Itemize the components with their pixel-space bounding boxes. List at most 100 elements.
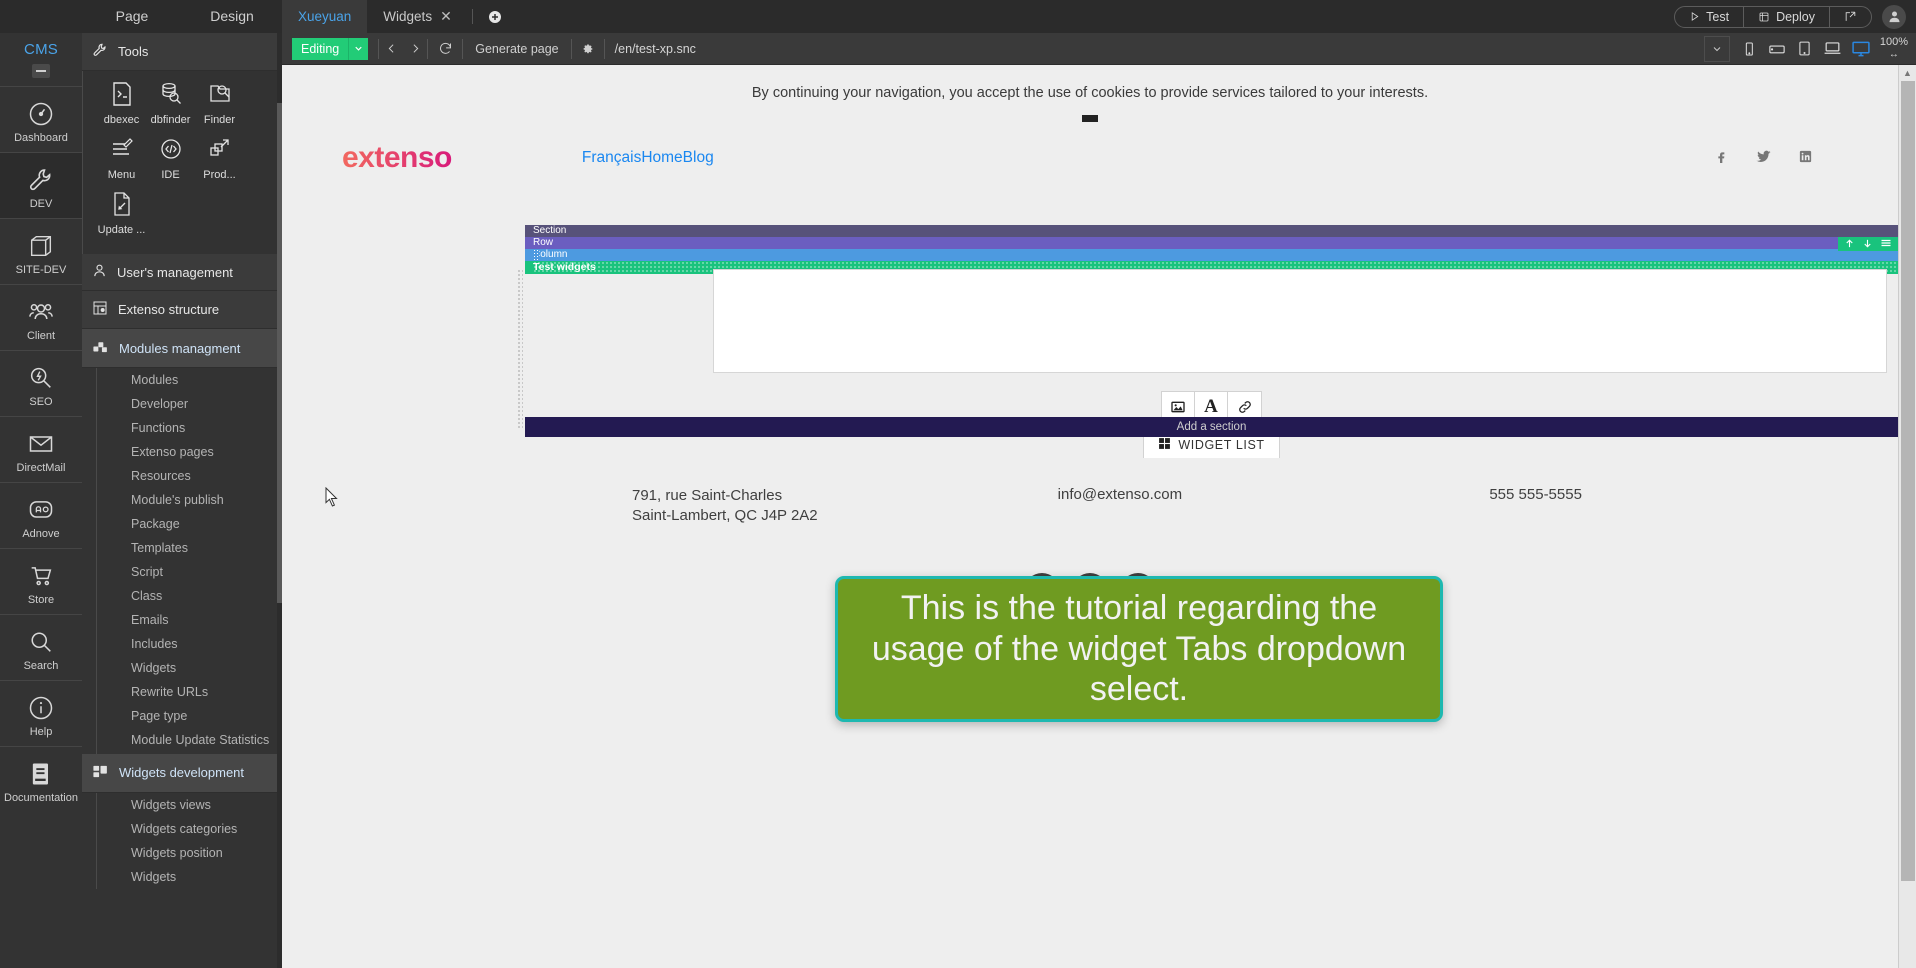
refresh-button[interactable] — [428, 38, 462, 60]
twitter-icon[interactable] — [1755, 148, 1772, 168]
generate-page-button[interactable]: Generate page — [463, 38, 570, 60]
rail-item-directmail[interactable]: DirectMail — [0, 416, 82, 482]
rail-item-site-dev[interactable]: SITE-DEV — [0, 218, 82, 284]
site-logo[interactable]: extenso — [342, 141, 452, 175]
submenu-item-widgets[interactable]: Widgets — [97, 865, 282, 889]
tab-xueyuan[interactable]: Xueyuan — [282, 0, 368, 33]
tool-prod[interactable]: Prod... — [195, 136, 244, 181]
empty-widget-area[interactable] — [713, 269, 1887, 373]
rail-item-dashboard[interactable]: Dashboard — [0, 86, 82, 152]
facebook-icon[interactable] — [1713, 149, 1729, 168]
device-tablet-button[interactable] — [1792, 36, 1818, 62]
tab-label: Widgets — [383, 9, 433, 24]
submenu-item-class[interactable]: Class — [97, 584, 282, 608]
submenu-item-functions[interactable]: Functions — [97, 416, 282, 440]
page-settings-button[interactable] — [572, 38, 604, 60]
submenu-item-emails[interactable]: Emails — [97, 608, 282, 632]
panel-scrollbar-thumb[interactable] — [277, 103, 282, 603]
column-bar[interactable]: Column — [525, 249, 1898, 263]
deploy-box-icon — [1759, 12, 1769, 21]
device-phone-landscape-button[interactable] — [1764, 36, 1790, 62]
rail-logo-area — [0, 0, 82, 33]
deploy-button[interactable]: Deploy — [1744, 6, 1830, 27]
url-dropdown-button[interactable] — [1703, 35, 1730, 62]
cart-icon — [0, 558, 82, 592]
action-pill: Test Deploy — [1674, 5, 1872, 28]
add-section-bar[interactable]: Add a section — [525, 417, 1898, 437]
panel-tabs: Page Design — [82, 0, 282, 33]
canvas-scrollbar[interactable]: ▲ — [1898, 65, 1916, 968]
url-input[interactable]: /en/test-xp.snc — [605, 42, 1704, 56]
avatar[interactable] — [1882, 4, 1906, 29]
new-tab-button[interactable] — [477, 0, 513, 33]
scroll-up-arrow-icon[interactable]: ▲ — [1899, 65, 1916, 81]
rail-item-store[interactable]: Store — [0, 548, 82, 614]
rail-item-help[interactable]: Help — [0, 680, 82, 746]
arrow-up-icon[interactable] — [1844, 237, 1855, 252]
row-bar[interactable]: Row — [525, 237, 1898, 249]
site-nav-links[interactable]: FrançaisHomeBlog — [582, 149, 714, 167]
rail-item-search[interactable]: Search — [0, 614, 82, 680]
rail-item-documentation[interactable]: Documentation — [0, 746, 82, 812]
section-bar[interactable]: Section — [525, 225, 1898, 237]
widget-list-label: WIDGET LIST — [1178, 438, 1265, 452]
tool-menu[interactable]: Menu — [97, 136, 146, 181]
editing-mode-label[interactable]: Editing — [292, 37, 349, 60]
close-icon[interactable]: ✕ — [440, 8, 452, 25]
panel-tab-page[interactable]: Page — [82, 0, 182, 33]
footer-email[interactable]: info@extenso.com — [1058, 486, 1430, 527]
magnifier-icon — [0, 624, 82, 658]
chevron-down-icon[interactable] — [348, 37, 369, 60]
back-button[interactable] — [379, 38, 403, 60]
submenu-item-resources[interactable]: Resources — [97, 464, 282, 488]
rail-item-client[interactable]: Client — [0, 284, 82, 350]
user-avatar-icon — [1889, 11, 1899, 23]
submenu-item-extenso-pages[interactable]: Extenso pages — [97, 440, 282, 464]
submenu-item-developer[interactable]: Developer — [97, 392, 282, 416]
tool-dbexec[interactable]: dbexec — [97, 81, 146, 126]
rail-collapse-button[interactable] — [32, 64, 50, 78]
submenu-item-page-type[interactable]: Page type — [97, 704, 282, 728]
submenu-item-widgets-categories[interactable]: Widgets categories — [97, 817, 282, 841]
submenu-item-modules-publish[interactable]: Module's publish — [97, 488, 282, 512]
test-button[interactable]: Test — [1675, 6, 1745, 27]
tool-update[interactable]: Update ... — [97, 191, 146, 236]
rail-item-seo[interactable]: SEO — [0, 350, 82, 416]
device-desktop-button[interactable] — [1848, 36, 1874, 62]
open-external-button[interactable] — [1830, 7, 1871, 27]
drag-handle[interactable] — [1082, 115, 1098, 122]
submenu-item-widgets-views[interactable]: Widgets views — [97, 793, 282, 817]
editor-toolbar: Editing Generate page /en/test-xp.snc 10… — [282, 33, 1916, 65]
section-bar-label: Section — [533, 225, 567, 236]
tab-widgets[interactable]: Widgets ✕ — [367, 0, 468, 33]
hamburger-icon[interactable] — [1880, 237, 1892, 252]
panel-group-extenso-structure[interactable]: Extenso structure — [82, 291, 282, 329]
panel-group-tools[interactable]: Tools — [82, 33, 282, 71]
forward-button[interactable] — [403, 38, 427, 60]
panel-scrollbar[interactable] — [277, 33, 282, 968]
submenu-item-package[interactable]: Package — [97, 512, 282, 536]
canvas-scrollbar-thumb[interactable] — [1901, 81, 1915, 881]
submenu-item-modules[interactable]: Modules — [97, 368, 282, 392]
submenu-item-rewrite-urls[interactable]: Rewrite URLs — [97, 680, 282, 704]
panel-group-users-management[interactable]: User's management — [82, 254, 282, 291]
panel-tab-design[interactable]: Design — [182, 0, 282, 33]
tool-ide[interactable]: IDE — [146, 136, 195, 181]
rail-item-adnove[interactable]: Adnove — [0, 482, 82, 548]
linkedin-icon[interactable] — [1798, 149, 1813, 167]
arrow-down-icon[interactable] — [1862, 237, 1873, 252]
zoom-level[interactable]: 100% ↔ — [1880, 36, 1916, 60]
submenu-item-module-update-statistics[interactable]: Module Update Statistics — [97, 728, 282, 754]
tool-dbfinder[interactable]: dbfinder — [146, 81, 195, 126]
device-phone-button[interactable] — [1736, 36, 1762, 62]
panel-group-modules-management[interactable]: Modules managment — [82, 329, 282, 368]
panel-group-widgets-development[interactable]: Widgets development — [82, 753, 282, 793]
submenu-item-widgets[interactable]: Widgets — [97, 656, 282, 680]
tool-finder[interactable]: Finder — [195, 81, 244, 126]
submenu-item-includes[interactable]: Includes — [97, 632, 282, 656]
submenu-item-script[interactable]: Script — [97, 560, 282, 584]
rail-item-dev[interactable]: DEV — [0, 152, 82, 218]
device-laptop-button[interactable] — [1820, 36, 1846, 62]
submenu-item-templates[interactable]: Templates — [97, 536, 282, 560]
submenu-item-widgets-position[interactable]: Widgets position — [97, 841, 282, 865]
